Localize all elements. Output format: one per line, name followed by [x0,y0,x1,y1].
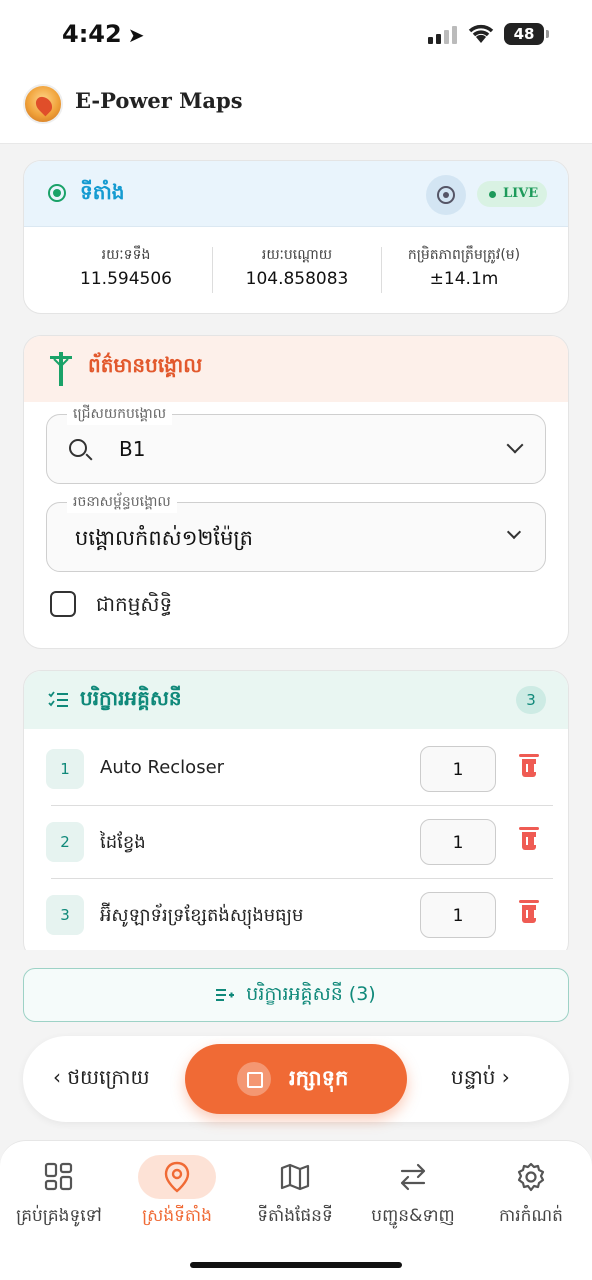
wifi-icon [468,24,494,43]
chevron-down-icon [506,524,522,540]
status-time: 4:42 ➤ [62,20,145,48]
location-card-header: ទីតាំង LIVE [24,161,568,227]
app-logo [23,84,63,124]
transfer-icon [400,1163,426,1191]
equipment-name: អ៊ីសូឡាទ័រទ្រខ្សែតង់ស្យុងមធ្យម [100,905,304,926]
next-button[interactable]: បន្ទាប់ › [451,1064,510,1094]
tab-map-location[interactable]: ទីតាំងផែនទី [236,1155,354,1230]
location-card: ទីតាំង LIVE រយៈទទឹង 11.594506 រយៈបណ្ដោយ … [23,160,569,314]
equipment-index: 3 [46,895,84,935]
quantity-input[interactable]: 1 [420,746,496,792]
equipment-index: 1 [46,749,84,789]
tab-label: ស្រង់ទីតាំង [142,1206,212,1226]
save-label: រក្សាទុក [289,1066,349,1090]
pole-card-header: ព័ត៌មានបង្គោល [24,336,568,402]
equipment-title: បរិក្ខារអគ្គិសនី [80,686,182,710]
chevron-right-icon: › [495,1065,510,1089]
location-title: ទីតាំង [80,180,125,204]
battery-indicator: 48 [504,23,549,45]
tab-sync[interactable]: បញ្ជូន&ទាញ [354,1155,472,1230]
owned-label: ជាកម្មសិទ្ធិ [96,592,173,616]
chevron-left-icon: ‹ [53,1065,68,1089]
list-add-icon [216,988,235,1001]
equipment-name: Auto Recloser [100,757,225,778]
app-title: E-Power Maps [75,88,243,113]
home-indicator [190,1262,402,1268]
quantity-input[interactable]: 1 [420,819,496,865]
pole-info-title: ព័ត៌មានបង្គោល [88,353,203,377]
equipment-card: បរិក្ខារអគ្គិសនី 3 1 Auto Recloser 1 2 ដ… [23,670,569,960]
utility-pole-icon [50,352,72,386]
tab-capture-location[interactable]: ស្រង់ទីតាំង [118,1155,236,1230]
equipment-summary-label: បរិក្ខារអគ្គិសនី (3) [246,983,376,1005]
back-button[interactable]: ‹ ថយក្រោយ [53,1064,150,1094]
chevron-down-icon [506,436,524,454]
cellular-signal-icon [428,26,457,44]
tab-label: បញ្ជូន&ទាញ [371,1206,455,1226]
pole-select-value: B1 [119,437,146,461]
tab-label: ការកំណត់ [499,1206,563,1226]
pole-select-field[interactable]: ជ្រើសយកបង្គោល B1 [46,404,546,484]
app-header: E-Power Maps [0,70,592,144]
equipment-name: ដៃខ្វែង [100,832,146,853]
target-icon [48,184,66,202]
gps-locate-button[interactable] [426,175,466,215]
equipment-row: 3 អ៊ីសូឡាទ័រទ្រខ្សែតង់ស្យុងមធ្យម 1 [24,879,568,952]
accuracy-value: ±14.1m [429,269,499,289]
tab-settings[interactable]: ការកំណត់ [472,1155,590,1230]
equipment-summary-button[interactable]: បរិក្ខារអគ្គិសនី (3) [23,968,569,1022]
pole-structure-select[interactable]: រចនាសម្ព័ន្ធបង្គោល បង្គោលកំពស់១២ម៉ែត្រ [46,492,546,572]
delete-icon[interactable] [519,754,539,777]
gear-icon [517,1162,545,1192]
checklist-icon [48,691,68,707]
tab-bar: គ្រប់គ្រងទូទៅ ស្រង់ទីតាំង ទីតាំងផែនទី បញ… [0,1140,592,1280]
location-arrow-icon: ➤ [127,23,145,47]
accuracy-label: កម្រិតភាពត្រឹមត្រូវ(ម) [407,247,521,263]
delete-icon[interactable] [519,827,539,850]
equipment-row: 2 ដៃខ្វែង 1 [24,806,568,879]
step-navigation: ‹ ថយក្រោយ រក្សាទុក បន្ទាប់ › [23,1036,569,1122]
coordinates-row: រយៈទទឹង 11.594506 រយៈបណ្ដោយ 104.858083 ក… [24,227,568,313]
save-icon [237,1062,271,1096]
dashboard-icon [44,1162,73,1191]
tab-dashboard[interactable]: គ្រប់គ្រងទូទៅ [0,1155,118,1230]
pole-structure-label: រចនាសម្ព័ន្ធបង្គោល [67,492,177,513]
owned-checkbox[interactable] [50,591,76,617]
map-icon [280,1163,310,1191]
equipment-row: 1 Auto Recloser 1 [24,733,568,806]
pole-select-label: ជ្រើសយកបង្គោល [67,404,173,425]
equipment-count-badge: 3 [516,686,546,714]
latitude-label: រយៈទទឹង [101,247,151,263]
latitude-value: 11.594506 [80,269,172,289]
latitude: រយៈទទឹង 11.594506 [36,245,216,289]
pole-structure-value: បង្គោលកំពស់១២ម៉ែត្រ [75,526,254,550]
longitude-value: 104.858083 [245,269,349,289]
tab-label: គ្រប់គ្រងទូទៅ [16,1206,102,1226]
quantity-input[interactable]: 1 [420,892,496,938]
status-bar: 4:42 ➤ 48 [0,0,592,70]
tab-label: ទីតាំងផែនទី [257,1206,333,1226]
save-button[interactable]: រក្សាទុក [185,1044,407,1114]
delete-icon[interactable] [519,900,539,923]
equipment-index: 2 [46,822,84,862]
live-badge: LIVE [477,181,547,207]
equipment-card-header: បរិក្ខារអគ្គិសនី 3 [24,671,568,729]
search-icon [69,439,87,457]
pole-info-card: ព័ត៌មានបង្គោល ជ្រើសយកបង្គោល B1 រចនាសម្ព័… [23,335,569,649]
accuracy: កម្រិតភាពត្រឹមត្រូវ(ម) ±14.1m [374,245,554,289]
location-pin-icon [164,1161,190,1193]
longitude-label: រយៈបណ្ដោយ [261,247,333,263]
longitude: រយៈបណ្ដោយ 104.858083 [207,245,387,289]
